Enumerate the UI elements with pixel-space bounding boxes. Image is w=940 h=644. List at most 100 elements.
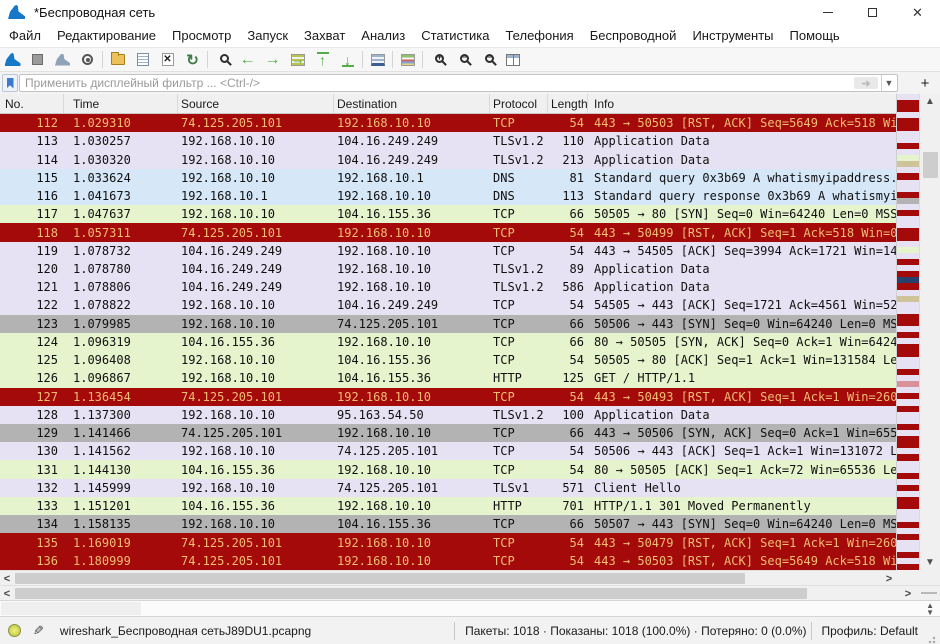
start-capture-button[interactable]: [0, 48, 25, 71]
menu-беспроводной[interactable]: Беспроводной: [582, 25, 685, 46]
column-header-len[interactable]: Length: [548, 94, 588, 113]
packet-row[interactable]: 1211.078806104.16.249.249192.168.10.10TL…: [0, 278, 896, 296]
scroll-up-icon[interactable]: ▲: [920, 94, 940, 109]
packet-row[interactable]: 1121.02931074.125.205.101192.168.10.10TC…: [0, 114, 896, 132]
packet-row[interactable]: 1161.041673192.168.10.1192.168.10.10DNS1…: [0, 187, 896, 205]
go-to-packet-button[interactable]: [285, 48, 310, 71]
maximize-button[interactable]: [850, 0, 895, 24]
capture-comment-icon[interactable]: ✎: [33, 623, 44, 639]
menu-захват[interactable]: Захват: [296, 25, 353, 46]
cell-info: 443 → 50479 [RST, ACK] Seq=1 Ack=1 Win=2…: [588, 535, 896, 551]
hscroll2-right-icon[interactable]: >: [901, 587, 915, 600]
cell-src: 192.168.10.10: [178, 370, 334, 386]
packet-row[interactable]: 1181.05731174.125.205.101192.168.10.10TC…: [0, 223, 896, 241]
cell-time: 1.041673: [64, 188, 178, 204]
menu-редактирование[interactable]: Редактирование: [49, 25, 164, 46]
packet-row[interactable]: 1141.030320192.168.10.10104.16.249.249TL…: [0, 150, 896, 168]
packet-row[interactable]: 1281.137300192.168.10.1095.163.54.50TLSv…: [0, 406, 896, 424]
column-header-no[interactable]: No.: [0, 94, 64, 113]
packet-row[interactable]: 1301.141562192.168.10.1074.125.205.101TC…: [0, 442, 896, 460]
packet-row[interactable]: 1331.151201104.16.155.36192.168.10.10HTT…: [0, 497, 896, 515]
packet-row[interactable]: 1361.18099974.125.205.101192.168.10.10TC…: [0, 552, 896, 570]
close-button[interactable]: ✕: [895, 0, 940, 24]
filter-bookmark-button[interactable]: [2, 74, 18, 92]
packet-row[interactable]: 1151.033624192.168.10.10192.168.10.1DNS8…: [0, 169, 896, 187]
menu-инструменты[interactable]: Инструменты: [684, 25, 781, 46]
packet-row[interactable]: 1171.047637192.168.10.10104.16.155.36TCP…: [0, 205, 896, 223]
minimize-button[interactable]: [805, 0, 850, 24]
auto-scroll-button[interactable]: [365, 48, 390, 71]
find-packet-button[interactable]: [210, 48, 235, 71]
hscroll2-left-icon[interactable]: <: [0, 587, 14, 600]
stop-capture-button[interactable]: [25, 48, 50, 71]
expert-info-button[interactable]: [8, 624, 21, 637]
cell-proto: TCP: [490, 316, 548, 332]
add-filter-button[interactable]: +: [916, 74, 934, 92]
column-header-info[interactable]: Info: [588, 94, 896, 113]
pane-splitter-arrows[interactable]: ▲▼: [926, 602, 934, 616]
cell-info: 80 → 50505 [SYN, ACK] Seq=0 Ack=1 Win=64…: [588, 334, 896, 350]
hscroll-left-icon[interactable]: <: [0, 572, 14, 585]
hscrollbar-thumb[interactable]: [15, 573, 745, 584]
colorize-button[interactable]: [395, 48, 420, 71]
filter-dropdown-button[interactable]: ▼: [881, 75, 896, 91]
zoom-reset-button[interactable]: −: [475, 48, 500, 71]
resize-grip[interactable]: [928, 634, 938, 644]
scroll-down-icon[interactable]: ▼: [920, 555, 940, 570]
menu-файл[interactable]: Файл: [1, 25, 49, 46]
cell-info: 50505 → 80 [ACK] Seq=1 Ack=1 Win=131584 …: [588, 352, 896, 368]
hscrollbar2-thumb[interactable]: [15, 588, 807, 599]
apply-filter-button[interactable]: ➜: [854, 77, 878, 89]
cell-info: 54505 → 443 [ACK] Seq=1721 Ack=4561 Win=…: [588, 297, 896, 313]
menu-просмотр[interactable]: Просмотр: [164, 25, 239, 46]
open-file-button[interactable]: [105, 48, 130, 71]
save-file-button[interactable]: [130, 48, 155, 71]
packet-row[interactable]: 1341.158135192.168.10.10104.16.155.36TCP…: [0, 515, 896, 533]
packet-row[interactable]: 1251.096408192.168.10.10104.16.155.36TCP…: [0, 351, 896, 369]
menu-статистика[interactable]: Статистика: [413, 25, 497, 46]
menu-анализ[interactable]: Анализ: [353, 25, 413, 46]
packet-row[interactable]: 1311.144130104.16.155.36192.168.10.10TCP…: [0, 460, 896, 478]
column-header-dst[interactable]: Destination: [334, 94, 490, 113]
column-header-proto[interactable]: Protocol: [490, 94, 548, 113]
packet-row[interactable]: 1321.145999192.168.10.1074.125.205.101TL…: [0, 479, 896, 497]
vertical-scrollbar-thumb[interactable]: [923, 152, 938, 178]
cell-info: Client Hello: [588, 480, 896, 496]
display-filter-input[interactable]: [19, 74, 898, 92]
restart-capture-button[interactable]: [50, 48, 75, 71]
packet-minimap-scrollbar[interactable]: [896, 94, 919, 570]
cell-dst: 192.168.10.10: [334, 498, 490, 514]
packet-row[interactable]: 1291.14146674.125.205.101192.168.10.10TC…: [0, 424, 896, 442]
go-last-button[interactable]: ↓: [335, 48, 360, 71]
capture-options-button[interactable]: [75, 48, 100, 71]
go-forward-button[interactable]: →: [260, 48, 285, 71]
resize-columns-button[interactable]: [500, 48, 525, 71]
packet-row[interactable]: 1191.078732104.16.249.249192.168.10.10TC…: [0, 242, 896, 260]
reload-file-button[interactable]: ↻: [180, 48, 205, 71]
packet-row[interactable]: 1261.096867192.168.10.10104.16.155.36HTT…: [0, 369, 896, 387]
menu-запуск[interactable]: Запуск: [239, 25, 296, 46]
menu-помощь[interactable]: Помощь: [782, 25, 848, 46]
go-back-button[interactable]: ←: [235, 48, 260, 71]
hscroll-right-icon[interactable]: >: [882, 572, 896, 585]
zoom-in-button[interactable]: +: [425, 48, 450, 71]
cell-len: 66: [548, 316, 588, 332]
packet-row[interactable]: 1221.078822192.168.10.10104.16.249.249TC…: [0, 296, 896, 314]
close-file-button[interactable]: ✕: [155, 48, 180, 71]
packet-row[interactable]: 1231.079985192.168.10.1074.125.205.101TC…: [0, 315, 896, 333]
packet-row[interactable]: 1271.13645474.125.205.101192.168.10.10TC…: [0, 388, 896, 406]
go-first-button[interactable]: ↑: [310, 48, 335, 71]
packet-row[interactable]: 1131.030257192.168.10.10104.16.249.249TL…: [0, 132, 896, 150]
menu-телефония[interactable]: Телефония: [497, 25, 581, 46]
column-header-time[interactable]: Time: [64, 94, 178, 113]
cell-dst: 104.16.155.36: [334, 352, 490, 368]
vertical-scrollbar[interactable]: ▲ ▼: [919, 94, 940, 570]
packet-list-hscrollbar[interactable]: < >: [0, 570, 896, 585]
packet-row[interactable]: 1241.096319104.16.155.36192.168.10.10TCP…: [0, 333, 896, 351]
packet-row[interactable]: 1201.078780104.16.249.249192.168.10.10TL…: [0, 260, 896, 278]
secondary-hscrollbar[interactable]: < >: [0, 585, 940, 600]
profile-label[interactable]: Профиль: Default: [818, 624, 929, 638]
packet-row[interactable]: 1351.16901974.125.205.101192.168.10.10TC…: [0, 533, 896, 551]
column-header-src[interactable]: Source: [178, 94, 334, 113]
zoom-out-button[interactable]: −: [450, 48, 475, 71]
